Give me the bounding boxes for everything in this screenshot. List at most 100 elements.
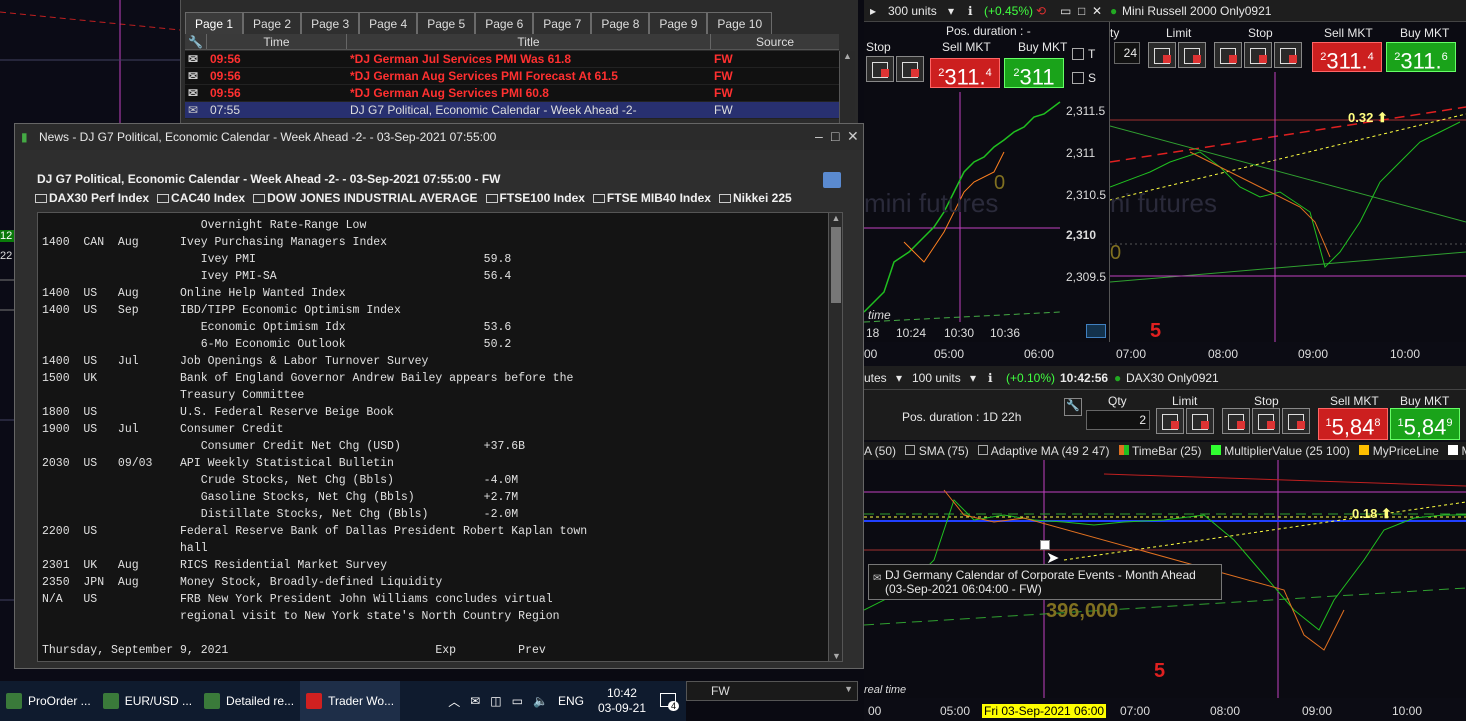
stop-order-icon-3[interactable]: [1282, 408, 1310, 434]
scroll-thumb[interactable]: [831, 227, 841, 303]
pos-duration: Pos. duration : 1D 22h: [902, 410, 1022, 424]
chevron-left-icon[interactable]: ▸: [870, 0, 876, 22]
system-tray: ︿ ✉ ◫ ▭ 🔈 ENG 10:42 03-09-21 4: [448, 681, 686, 721]
close-icon[interactable]: ✕: [1092, 0, 1102, 22]
limit-order-icon[interactable]: [1156, 408, 1184, 434]
mail-icon[interactable]: ✉: [470, 694, 480, 708]
stop-order-icon-2[interactable]: [1252, 408, 1280, 434]
tab-page-9[interactable]: Page 9: [649, 12, 708, 34]
taskbar-item-eurusd[interactable]: EUR/USD ...: [97, 681, 198, 721]
index-link[interactable]: Nikkei 225: [718, 191, 792, 205]
column-source[interactable]: Source: [711, 34, 839, 49]
checkbox-s[interactable]: [1072, 72, 1084, 84]
tooltip-title: DJ Germany Calendar of Corporate Events …: [885, 568, 1196, 582]
taskbar-item-proorder[interactable]: ProOrder ...: [0, 681, 97, 721]
news-row[interactable]: ✉ 09:56 *DJ German Aug Services PMI 60.8…: [185, 85, 839, 102]
index-link[interactable]: DAX30 Perf Index: [35, 191, 149, 205]
indicator-item[interactable]: A (50): [864, 444, 896, 458]
tab-page-5[interactable]: Page 5: [417, 12, 476, 34]
tab-page-7[interactable]: Page 7: [533, 12, 592, 34]
news-body-line: Crude Stocks, Net Chg (Bbls) -4.0M: [42, 474, 519, 487]
chevron-up-icon[interactable]: ︿: [448, 693, 460, 710]
indicator-item[interactable]: MultiplierValue (25 100): [1224, 444, 1350, 458]
dax-annotation: 0.18 ⬆: [1352, 506, 1392, 521]
volume-icon[interactable]: 🔈: [533, 694, 548, 708]
indicator-item[interactable]: My: [1461, 444, 1466, 458]
news-body-line: 2030 US 09/03 API Weekly Statistical Bul…: [42, 457, 394, 470]
tab-page-4[interactable]: Page 4: [359, 12, 418, 34]
refresh-icon[interactable]: ⟲: [1036, 0, 1046, 22]
tab-page-10[interactable]: Page 10: [707, 12, 773, 34]
scroll-up-icon[interactable]: ▲: [829, 213, 842, 223]
notification-icon[interactable]: 4: [660, 692, 680, 711]
mini-price-label: 2,309.5: [1066, 270, 1107, 284]
news-body-line: 2301 UK Aug RICS Residential Market Surv…: [42, 559, 388, 572]
indicator-item[interactable]: TimeBar (25): [1132, 444, 1202, 458]
buy-mkt-button[interactable]: 15,849: [1390, 408, 1460, 440]
scroll-up-icon[interactable]: ▲: [840, 51, 855, 61]
tab-page-3[interactable]: Page 3: [301, 12, 360, 34]
dax-units-select[interactable]: 100 units: [912, 366, 961, 390]
limit-label: Limit: [1172, 394, 1198, 408]
index-link[interactable]: CAC40 Index: [157, 191, 245, 205]
indicator-item[interactable]: Adaptive MA (49 2 47): [991, 444, 1110, 458]
limit-order-icon-2[interactable]: [1186, 408, 1214, 434]
scroll-down-icon[interactable]: ▼: [829, 651, 842, 661]
chevron-down-icon[interactable]: ▾: [970, 366, 976, 390]
news-row-selected[interactable]: ✉ 07:55 DJ G7 Political, Economic Calend…: [185, 102, 839, 119]
tooltip-sub: (03-Sep-2021 06:04:00 - FW): [885, 582, 1042, 596]
wrench-icon[interactable]: 🔧: [185, 34, 207, 49]
info-icon[interactable]: ℹ: [968, 0, 973, 22]
index-link[interactable]: FTSE100 Index: [485, 191, 585, 205]
news-row[interactable]: ✉ 09:56 *DJ German Aug Services PMI Fore…: [185, 68, 839, 85]
checkbox-icon[interactable]: [905, 445, 916, 455]
maximize-icon[interactable]: □: [831, 128, 839, 144]
indicator-item[interactable]: MyPriceLine: [1373, 444, 1439, 458]
index-link[interactable]: DOW JONES INDUSTRIAL AVERAGE: [253, 191, 478, 205]
chevron-down-icon[interactable]: ▾: [896, 366, 902, 390]
russell-instrument: Mini Russell 2000 Only0921: [1122, 4, 1272, 18]
column-time[interactable]: Time: [207, 34, 347, 49]
taskbar-item-detailed[interactable]: Detailed re...: [198, 681, 300, 721]
clock[interactable]: 10:42 03-09-21: [598, 686, 646, 716]
russell-units-select[interactable]: 300 units: [888, 0, 937, 22]
checkbox-icon[interactable]: [978, 445, 989, 455]
indicator-item[interactable]: SMA (75): [919, 444, 969, 458]
sell-mkt-button[interactable]: 15,848: [1318, 408, 1388, 440]
stop-order-icon[interactable]: [1222, 408, 1250, 434]
news-row[interactable]: ✉ 09:56 *DJ German Jul Services PMI Was …: [185, 51, 839, 68]
meeting-icon[interactable]: ◫: [490, 694, 501, 708]
index-link[interactable]: FTSE MIB40 Index: [592, 191, 711, 205]
qty-input[interactable]: 2: [1086, 410, 1150, 430]
network-icon[interactable]: ▭: [512, 694, 523, 708]
chevron-down-icon[interactable]: ▾: [948, 0, 954, 22]
info-icon[interactable]: ℹ: [988, 366, 993, 390]
language-indicator[interactable]: ENG: [558, 694, 584, 708]
russell-pane: ▸ 300 units ▾ ℹ (+0.45%) ⟲ ▭ □ ✕ ● Mini …: [864, 0, 1466, 366]
tab-page-1[interactable]: Page 1: [185, 12, 244, 34]
russell-mini-chart: Pos. duration : - Stop Sell MKT Buy MKT …: [864, 22, 1110, 342]
column-title[interactable]: Title: [347, 34, 711, 49]
mail-icon: [485, 194, 498, 203]
dax-big-value: 396,000: [1046, 600, 1119, 622]
news-body-scrollbar[interactable]: ▲ ▼: [828, 213, 842, 661]
mail-icon: [253, 194, 266, 203]
minimize-icon[interactable]: –: [815, 128, 823, 144]
minimize-icon[interactable]: ▭: [1060, 0, 1071, 22]
news-window-titlebar[interactable]: ▮ News - DJ G7 Political, Economic Calen…: [15, 124, 863, 150]
news-body[interactable]: Overnight Rate-Range Low 1400 CAN Aug Ive…: [37, 212, 843, 662]
wrench-icon[interactable]: 🔧: [1064, 398, 1082, 416]
tab-page-8[interactable]: Page 8: [591, 12, 650, 34]
keyboard-icon[interactable]: [1086, 324, 1106, 338]
news-body-line: 1500 UK Bank of England Governor Andrew …: [42, 372, 574, 385]
maximize-icon[interactable]: □: [1078, 0, 1085, 22]
news-body-line: Distillate Stocks, Net Chg (Bbls) -2.0M: [42, 508, 519, 521]
tab-page-6[interactable]: Page 6: [475, 12, 534, 34]
checkbox-t[interactable]: [1072, 48, 1084, 60]
news-list-scrollbar[interactable]: ▲: [839, 51, 855, 125]
tab-page-2[interactable]: Page 2: [243, 12, 302, 34]
chevron-down-icon[interactable]: ▼: [844, 684, 853, 694]
taskbar-item-trader[interactable]: Trader Wo...: [300, 681, 401, 721]
print-icon[interactable]: [823, 172, 841, 188]
close-icon[interactable]: ✕: [847, 128, 859, 145]
